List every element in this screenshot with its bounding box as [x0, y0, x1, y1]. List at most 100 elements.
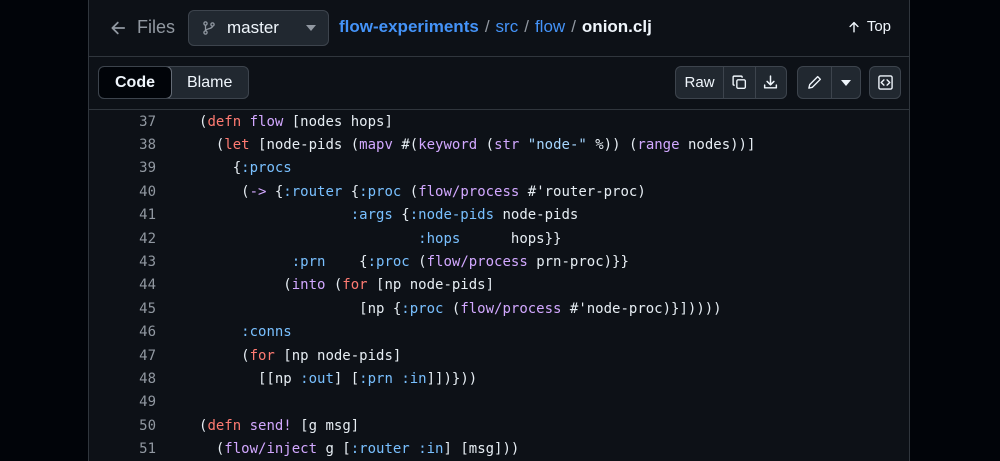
line-number[interactable]: 50 [89, 418, 156, 434]
code-token: ( [199, 277, 292, 294]
code-line: 37 (defn flow [nodes hops] [89, 110, 909, 133]
line-number[interactable]: 48 [89, 371, 156, 387]
tab-blame[interactable]: Blame [171, 67, 248, 98]
code-token: :router [350, 441, 410, 458]
code-token: defn [207, 113, 242, 130]
pencil-icon [808, 75, 821, 89]
breadcrumb-src-link[interactable]: src [496, 17, 519, 37]
code-line: 42 :hops hops}} [89, 227, 909, 250]
code-token: ( [401, 183, 419, 200]
code-token: :proc [367, 254, 410, 271]
code-line: 49 [89, 391, 909, 414]
breadcrumb-separator: / [484, 17, 490, 36]
code-text: :conns [156, 324, 292, 340]
code-token: #'node-proc)}])))) [561, 300, 722, 317]
breadcrumb: flow-experiments / src / flow / onion.cl… [339, 17, 652, 37]
line-number[interactable]: 43 [89, 254, 156, 270]
code-line: 41 :args {:node-pids node-pids [89, 204, 909, 227]
code-token: prn-proc)}} [527, 254, 629, 271]
code-token: #'router-proc) [519, 183, 646, 200]
code-text: (flow/inject g [:router :in] [msg])) [156, 441, 520, 458]
line-number[interactable]: 39 [89, 160, 156, 176]
code-token: :node-pids [409, 207, 495, 224]
code-token: flow/process [460, 300, 562, 317]
line-number[interactable]: 45 [89, 301, 156, 317]
code-token: ]])})) [426, 370, 478, 387]
line-number[interactable]: 51 [89, 441, 156, 457]
line-number[interactable]: 47 [89, 348, 156, 364]
code-token: g [ [317, 441, 351, 458]
chevron-down-icon [840, 79, 851, 86]
code-token: "node-" [527, 137, 587, 154]
raw-button[interactable]: Raw [676, 67, 725, 98]
code-token: str [494, 137, 520, 154]
code-token: :proc [359, 183, 402, 200]
back-to-top-button[interactable]: Top [847, 18, 891, 35]
code-token: :prn [359, 370, 393, 387]
code-token: :prn [291, 254, 326, 271]
line-number[interactable]: 42 [89, 231, 156, 247]
code-token: flow/process [418, 183, 520, 200]
code-text: (let [node-pids (mapv #(keyword (str "no… [156, 137, 756, 154]
edit-button[interactable] [798, 67, 832, 98]
code-token: ( [325, 277, 343, 294]
code-token: hops}} [460, 230, 562, 247]
line-number[interactable]: 37 [89, 114, 156, 130]
code-token: ] [msg])) [443, 441, 520, 458]
code-token: flow [249, 113, 284, 130]
code-token: ( [199, 137, 225, 154]
code-token: :hops [418, 230, 461, 247]
line-number[interactable]: 41 [89, 207, 156, 223]
code-token: node-pids [494, 207, 579, 224]
breadcrumb-flow-link[interactable]: flow [535, 17, 565, 37]
code-token: ( [477, 137, 495, 154]
back-to-files-link[interactable]: Files [109, 17, 175, 38]
code-token: #( [392, 137, 419, 154]
code-token: keyword [418, 137, 478, 154]
copy-button[interactable] [724, 67, 756, 98]
file-header: Files master flow-experiments / src / fl… [89, 0, 909, 57]
code-token: %)) ( [586, 137, 638, 154]
download-button[interactable] [756, 67, 786, 98]
code-token: ( [199, 441, 225, 458]
code-line: 46 :conns [89, 321, 909, 344]
line-number[interactable]: 44 [89, 277, 156, 293]
code-line: 44 (into (for [np node-pids] [89, 274, 909, 297]
code-token: ( [199, 183, 250, 200]
line-number[interactable]: 40 [89, 184, 156, 200]
code-token: range [637, 137, 680, 154]
line-number[interactable]: 38 [89, 137, 156, 153]
code-token: flow/process [426, 254, 528, 271]
code-line: 39 {:procs [89, 157, 909, 180]
breadcrumb-repo-link[interactable]: flow-experiments [339, 17, 479, 37]
git-branch-icon [203, 21, 215, 35]
code-text: [[np :out] [:prn :in]])})) [156, 371, 477, 387]
tab-code[interactable]: Code [99, 67, 172, 98]
code-token: for [249, 347, 275, 364]
code-token: ( [199, 347, 250, 364]
code-text: :prn {:proc (flow/process prn-proc)}} [156, 254, 629, 270]
edit-options-button[interactable] [832, 67, 860, 98]
symbols-panel-button[interactable] [869, 66, 901, 99]
code-token: :in [401, 370, 427, 387]
code-token: into [291, 277, 326, 294]
code-token: send! [249, 417, 292, 434]
code-token: :proc [401, 300, 444, 317]
code-token: :procs [241, 160, 292, 177]
code-token: [[np [199, 370, 301, 387]
breadcrumb-separator: / [524, 17, 529, 36]
branch-name: master [227, 18, 279, 37]
line-number[interactable]: 49 [89, 394, 156, 410]
code-token: :router [283, 183, 343, 200]
line-number[interactable]: 46 [89, 324, 156, 340]
branch-selector[interactable]: master [188, 10, 329, 46]
code-line: 40 (-> {:router {:proc (flow/process #'r… [89, 180, 909, 203]
code-token: { [392, 207, 410, 224]
code-token: { [342, 183, 360, 200]
breadcrumb-separator: / [571, 17, 576, 36]
